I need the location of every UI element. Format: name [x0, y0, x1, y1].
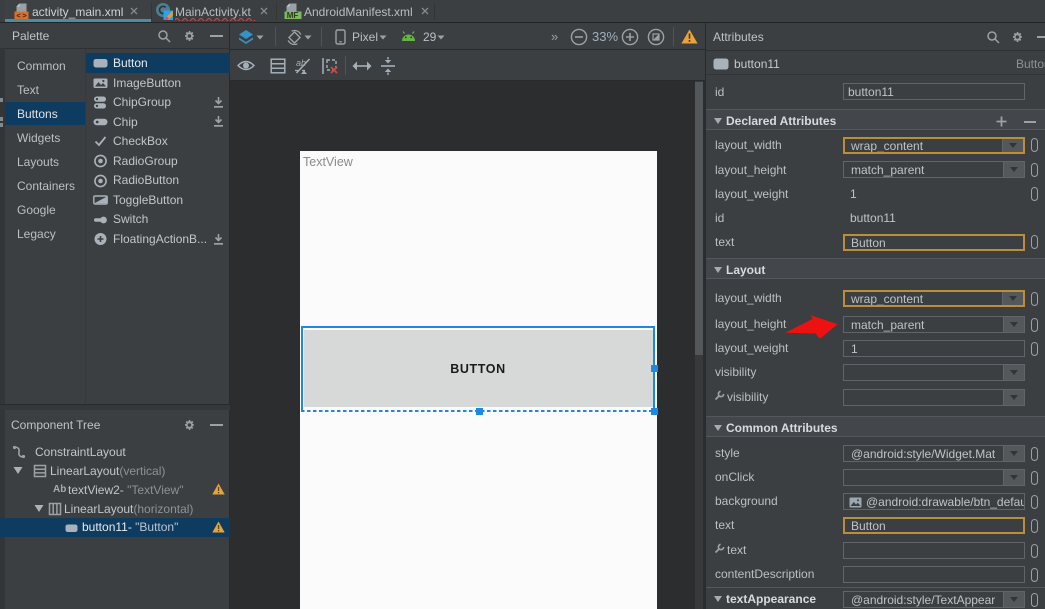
svg-text:>: >	[22, 11, 27, 19]
svg-text:MF: MF	[287, 11, 299, 19]
svg-text:ab: ab	[296, 58, 306, 68]
svg-text:<: <	[16, 11, 21, 19]
